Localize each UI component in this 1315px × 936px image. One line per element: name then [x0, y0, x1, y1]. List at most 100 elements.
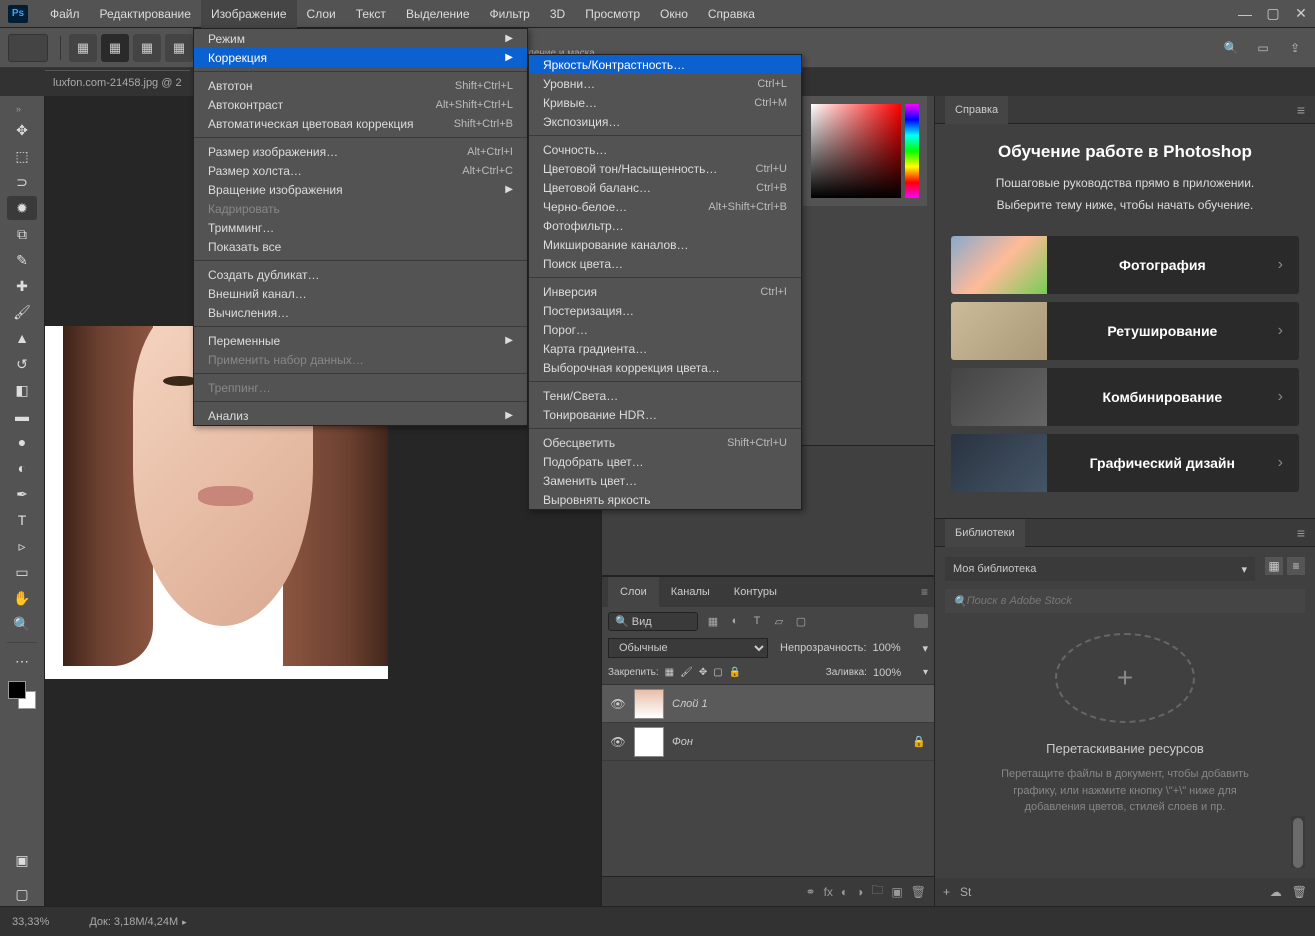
submenu-item[interactable]: Цветовой тон/Насыщенность…Ctrl+U: [529, 159, 801, 178]
blend-mode-select[interactable]: Обычные: [608, 638, 768, 658]
menu-image[interactable]: Изображение: [201, 0, 297, 28]
subtract-selection-icon[interactable]: ▦: [133, 34, 161, 62]
new-selection-icon[interactable]: ▦: [69, 34, 97, 62]
submenu-item[interactable]: Микширование каналов…: [529, 235, 801, 254]
help-card-retouch[interactable]: Ретуширование›: [951, 302, 1299, 360]
history-brush-tool[interactable]: ↺: [7, 352, 37, 376]
group-icon[interactable]: 🗀: [871, 881, 883, 902]
menu-item[interactable]: Коррекция▶: [194, 48, 527, 67]
cloud-sync-icon[interactable]: ☁: [1270, 885, 1282, 899]
menu-3d[interactable]: 3D: [540, 0, 575, 28]
menu-item[interactable]: Применить набор данных…: [194, 350, 527, 369]
quickmask-tool[interactable]: ▣: [7, 848, 37, 872]
edit-toolbar-icon[interactable]: ⋯: [7, 649, 37, 673]
menu-item[interactable]: Треппинг…: [194, 378, 527, 397]
layers-menu-icon[interactable]: ≡: [921, 585, 928, 599]
help-card-photo[interactable]: Фотография›: [951, 236, 1299, 294]
color-swatch[interactable]: [8, 681, 36, 709]
submenu-item[interactable]: Постеризация…: [529, 301, 801, 320]
visibility-icon[interactable]: 👁: [610, 697, 626, 711]
add-asset-icon[interactable]: +: [943, 885, 950, 899]
submenu-item[interactable]: Выровнять яркость: [529, 490, 801, 509]
lock-brush-icon[interactable]: 🖌: [680, 667, 693, 678]
layer-filter-type[interactable]: 🔍 Вид: [608, 612, 698, 631]
search-icon[interactable]: 🔍: [1219, 36, 1243, 60]
document-tab[interactable]: luxfon.com-21458.jpg @ 2: [45, 70, 190, 94]
menu-item[interactable]: Анализ▶: [194, 406, 527, 425]
layer-row[interactable]: 👁 Фон 🔒: [602, 723, 934, 761]
fill-dropdown-icon[interactable]: ▾: [923, 667, 928, 678]
layer-thumbnail[interactable]: [634, 727, 664, 757]
submenu-item[interactable]: Карта градиента…: [529, 339, 801, 358]
zoom-tool[interactable]: 🔍: [7, 612, 37, 636]
submenu-item[interactable]: Кривые…Ctrl+M: [529, 93, 801, 112]
minimize-button[interactable]: ―: [1231, 3, 1259, 25]
menu-item[interactable]: Вычисления…: [194, 303, 527, 322]
layer-name[interactable]: Фон: [672, 736, 693, 748]
layer-row[interactable]: 👁 Слой 1: [602, 685, 934, 723]
menu-item[interactable]: Режим▶: [194, 29, 527, 48]
type-tool[interactable]: T: [7, 508, 37, 532]
filter-pixel-icon[interactable]: ▦: [704, 612, 722, 630]
share-icon[interactable]: ⇪: [1283, 36, 1307, 60]
lock-pixels-icon[interactable]: ▦: [665, 667, 674, 678]
color-field[interactable]: [811, 104, 901, 198]
help-card-combine[interactable]: Комбинирование›: [951, 368, 1299, 426]
filter-shape-icon[interactable]: ▱: [770, 612, 788, 630]
menu-file[interactable]: Файл: [40, 0, 90, 28]
tab-layers[interactable]: Слои: [608, 577, 659, 607]
doc-size[interactable]: Док: 3,18M/4,24M▸: [89, 916, 186, 928]
opacity-value[interactable]: 100%: [872, 642, 916, 654]
menu-edit[interactable]: Редактирование: [90, 0, 201, 28]
layer-name[interactable]: Слой 1: [672, 698, 708, 710]
hue-slider[interactable]: [905, 104, 919, 198]
close-button[interactable]: ✕: [1287, 3, 1315, 25]
intersect-selection-icon[interactable]: ▦: [165, 34, 193, 62]
marquee-tool[interactable]: ⬚: [7, 144, 37, 168]
menu-item[interactable]: Кадрировать: [194, 199, 527, 218]
new-layer-icon[interactable]: ▣: [891, 885, 902, 899]
path-select-tool[interactable]: ▹: [7, 534, 37, 558]
visibility-icon[interactable]: 👁: [610, 735, 626, 749]
lock-all-icon[interactable]: 🔒: [729, 667, 741, 678]
scrollbar-thumb[interactable]: [1293, 818, 1303, 868]
menu-item[interactable]: Показать все: [194, 237, 527, 256]
submenu-item[interactable]: Сочность…: [529, 140, 801, 159]
submenu-item[interactable]: Цветовой баланс…Ctrl+B: [529, 178, 801, 197]
expand-toolbar-icon[interactable]: »: [16, 104, 28, 116]
mask-icon[interactable]: ◐: [841, 885, 848, 899]
submenu-item[interactable]: Выборочная коррекция цвета…: [529, 358, 801, 377]
maximize-button[interactable]: ▢: [1259, 3, 1287, 25]
menu-item[interactable]: Переменные▶: [194, 331, 527, 350]
menu-layers[interactable]: Слои: [297, 0, 346, 28]
tab-channels[interactable]: Каналы: [659, 577, 722, 607]
menu-filter[interactable]: Фильтр: [480, 0, 540, 28]
layer-thumbnail[interactable]: [634, 689, 664, 719]
submenu-item[interactable]: ИнверсияCtrl+I: [529, 282, 801, 301]
eraser-tool[interactable]: ◧: [7, 378, 37, 402]
tab-libraries[interactable]: Библиотеки: [945, 519, 1025, 547]
lock-artboard-icon[interactable]: ▢: [713, 667, 722, 678]
add-selection-icon[interactable]: ▦: [101, 34, 129, 62]
zoom-level[interactable]: 33,33%: [12, 916, 49, 928]
stamp-tool[interactable]: ▲: [7, 326, 37, 350]
tab-help[interactable]: Справка: [945, 96, 1008, 124]
filter-adjust-icon[interactable]: ◐: [726, 612, 744, 630]
workspace-icon[interactable]: ▭: [1251, 36, 1275, 60]
menu-window[interactable]: Окно: [650, 0, 698, 28]
menu-item[interactable]: АвтотонShift+Ctrl+L: [194, 76, 527, 95]
menu-item[interactable]: Тримминг…: [194, 218, 527, 237]
quick-select-tool[interactable]: ✹: [7, 196, 37, 220]
filter-text-icon[interactable]: T: [748, 612, 766, 630]
submenu-item[interactable]: Уровни…Ctrl+L: [529, 74, 801, 93]
fx-icon[interactable]: fx: [824, 885, 833, 899]
submenu-item[interactable]: Тени/Света…: [529, 386, 801, 405]
submenu-item[interactable]: Заменить цвет…: [529, 471, 801, 490]
menu-item[interactable]: Вращение изображения▶: [194, 180, 527, 199]
gradient-tool[interactable]: ▬: [7, 404, 37, 428]
menu-text[interactable]: Текст: [346, 0, 396, 28]
library-select[interactable]: Моя библиотека▾: [945, 557, 1255, 581]
help-card-design[interactable]: Графический дизайн›: [951, 434, 1299, 492]
submenu-item[interactable]: Экспозиция…: [529, 112, 801, 131]
menu-select[interactable]: Выделение: [396, 0, 480, 28]
